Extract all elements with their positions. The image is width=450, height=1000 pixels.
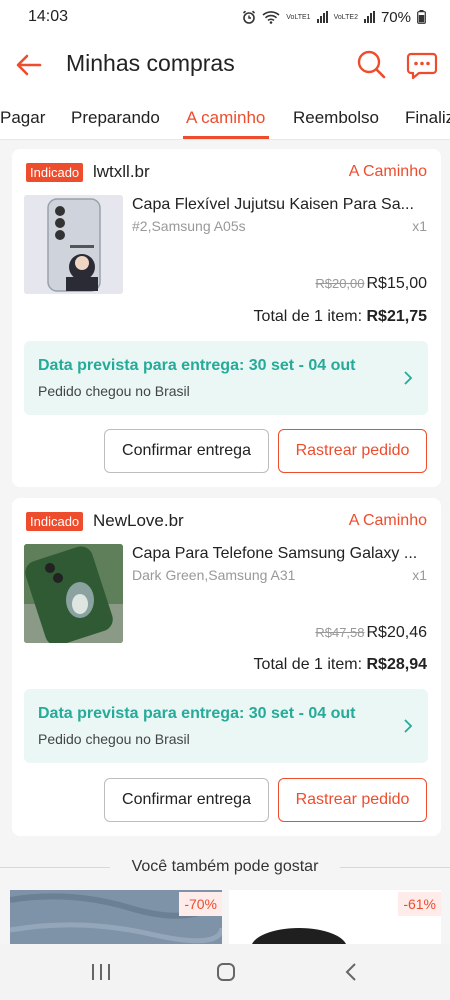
back-arrow-icon[interactable] bbox=[14, 50, 44, 80]
search-icon[interactable] bbox=[355, 48, 387, 80]
phone-case-image bbox=[24, 544, 123, 643]
total-value: R$21,75 bbox=[366, 308, 428, 325]
recommendations-title: Você também pode gostar bbox=[131, 858, 319, 875]
tab-pagar[interactable]: Pagar bbox=[0, 108, 45, 128]
delivery-status: Pedido chegou no Brasil bbox=[38, 731, 190, 747]
status-bar: 14:03 VoLTE1 VoLTE2 70% bbox=[0, 0, 450, 34]
signal-1-icon bbox=[316, 11, 328, 23]
app-header: Minhas compras bbox=[0, 34, 450, 98]
price-row: R$20,00 R$15,00 bbox=[315, 275, 427, 293]
phone-case-image bbox=[24, 195, 123, 294]
product-quantity: x1 bbox=[412, 218, 427, 234]
tab-preparando[interactable]: Preparando bbox=[71, 108, 160, 128]
current-price: R$15,00 bbox=[366, 275, 428, 292]
total-value: R$28,94 bbox=[366, 656, 428, 673]
wifi-icon bbox=[262, 11, 280, 24]
alarm-icon bbox=[243, 10, 256, 24]
battery-percent: 70% bbox=[380, 8, 411, 26]
tab-reembolso[interactable]: Reembolso bbox=[293, 108, 379, 128]
order-tabs: Pagar Preparando A caminho Reembolso Fin… bbox=[0, 98, 450, 140]
shop-name[interactable]: NewLove.br bbox=[93, 511, 184, 531]
order-status: A Caminho bbox=[348, 163, 427, 180]
order-total: Total de 1 item: R$21,75 bbox=[254, 308, 427, 326]
discount-badge: -70% bbox=[179, 892, 222, 916]
page-title: Minhas compras bbox=[66, 50, 235, 76]
order-card: Indicado lwtxll.br A Caminho Capa Flexív… bbox=[12, 149, 441, 487]
delivery-estimate: Data prevista para entrega: 30 set - 04 … bbox=[38, 705, 356, 722]
system-nav-bar bbox=[0, 944, 450, 1000]
delivery-estimate: Data prevista para entrega: 30 set - 04 … bbox=[38, 357, 356, 374]
total-label: Total de 1 item: bbox=[253, 656, 363, 673]
recommended-product[interactable]: -70% bbox=[10, 890, 222, 946]
tab-a-caminho[interactable]: A caminho bbox=[186, 108, 265, 128]
discount-badge: -61% bbox=[398, 892, 441, 916]
shop-name[interactable]: lwtxll.br bbox=[93, 162, 150, 182]
indicado-badge: Indicado bbox=[26, 512, 84, 531]
product-image[interactable] bbox=[24, 195, 123, 294]
status-time: 14:03 bbox=[28, 8, 69, 25]
product-name[interactable]: Capa Flexível Jujutsu Kaisen Para Sa... bbox=[132, 196, 427, 214]
back-nav-icon[interactable] bbox=[344, 962, 358, 982]
home-icon[interactable] bbox=[216, 962, 236, 982]
delivery-info[interactable]: Data prevista para entrega: 30 set - 04 … bbox=[24, 689, 428, 763]
total-label: Total de 1 item: bbox=[253, 308, 363, 325]
track-order-button[interactable]: Rastrear pedido bbox=[278, 778, 427, 822]
recent-apps-icon[interactable] bbox=[90, 962, 112, 982]
original-price: R$47,58 bbox=[315, 625, 365, 640]
lte2-label: VoLTE2 bbox=[333, 13, 358, 21]
active-tab-indicator bbox=[183, 136, 269, 139]
signal-2-icon bbox=[363, 11, 375, 23]
tab-finalizado[interactable]: Finaliz bbox=[405, 108, 450, 128]
product-variant: #2,Samsung A05s bbox=[132, 218, 246, 234]
order-card: Indicado NewLove.br A Caminho Capa Para … bbox=[12, 498, 441, 836]
chevron-right-icon bbox=[404, 371, 413, 385]
original-price: R$20,00 bbox=[315, 276, 365, 291]
order-status: A Caminho bbox=[348, 512, 427, 529]
product-name[interactable]: Capa Para Telefone Samsung Galaxy ... bbox=[132, 545, 427, 563]
current-price: R$20,46 bbox=[366, 624, 428, 641]
indicado-badge: Indicado bbox=[26, 163, 84, 182]
confirm-delivery-button[interactable]: Confirmar entrega bbox=[104, 778, 269, 822]
order-total: Total de 1 item: R$28,94 bbox=[254, 656, 427, 674]
product-variant: Dark Green,Samsung A31 bbox=[132, 567, 296, 583]
chevron-right-icon bbox=[404, 719, 413, 733]
delivery-info[interactable]: Data prevista para entrega: 30 set - 04 … bbox=[24, 341, 428, 415]
status-icons: VoLTE1 VoLTE2 70% bbox=[242, 9, 426, 26]
battery-icon bbox=[417, 10, 426, 24]
delivery-status: Pedido chegou no Brasil bbox=[38, 383, 190, 399]
lte1-label: VoLTE1 bbox=[286, 13, 311, 21]
confirm-delivery-button[interactable]: Confirmar entrega bbox=[104, 429, 269, 473]
price-row: R$47,58 R$20,46 bbox=[315, 624, 427, 642]
recommendations-header: Você também pode gostar bbox=[0, 858, 450, 878]
track-order-button[interactable]: Rastrear pedido bbox=[278, 429, 427, 473]
product-image[interactable] bbox=[24, 544, 123, 643]
recommended-product[interactable]: -61% bbox=[229, 890, 441, 946]
chat-icon[interactable] bbox=[405, 48, 439, 82]
product-quantity: x1 bbox=[412, 567, 427, 583]
